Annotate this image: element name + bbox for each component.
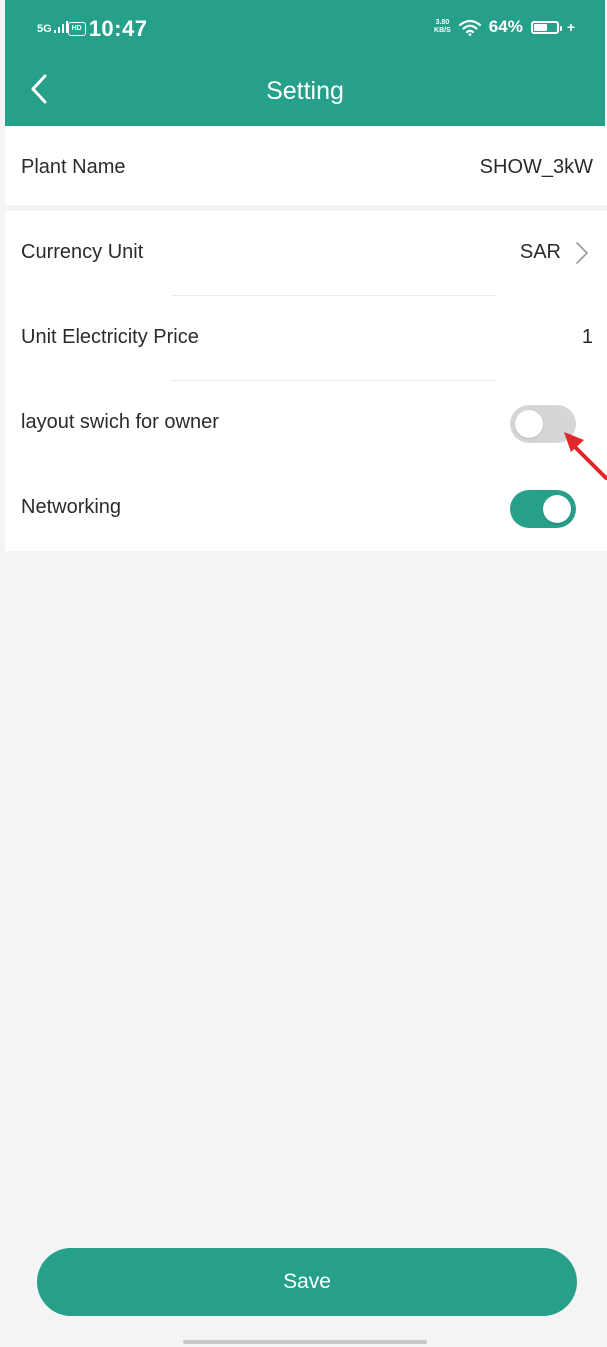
- signal-icon: [53, 20, 68, 38]
- status-time: 10:47: [88, 16, 148, 41]
- nav-bar: Setting: [5, 58, 605, 126]
- settings-list: Plant Name SHOW_3kW Currency Unit SAR Un…: [5, 126, 607, 551]
- layout-switch-label: layout swich for owner: [21, 411, 219, 433]
- row-networking: Networking: [5, 466, 607, 551]
- speed-unit: KB/S: [434, 27, 451, 34]
- toggle-knob: [515, 410, 543, 438]
- battery-level-fill: [533, 23, 548, 31]
- currency-unit-label: Currency Unit: [21, 241, 144, 263]
- setting-screen: 5G HD 10:47 3.80 KB/S 64% + Setting Plan…: [0, 0, 607, 1347]
- battery-icon: [530, 20, 562, 34]
- annotation-arrow-icon: [564, 432, 607, 480]
- app-header: 5G HD 10:47 3.80 KB/S 64% + Setting: [5, 0, 605, 126]
- page-title: Setting: [266, 77, 344, 105]
- networking-toggle[interactable]: [510, 490, 576, 528]
- plant-name-value[interactable]: SHOW_3kW: [480, 156, 593, 179]
- currency-unit-value: SAR: [519, 241, 561, 263]
- charging-icon: +: [566, 19, 575, 35]
- wifi-icon: [458, 19, 481, 36]
- battery-cap: [559, 25, 562, 31]
- status-right: 3.80 KB/S 64% +: [434, 17, 575, 37]
- unit-price-value[interactable]: 1: [582, 326, 593, 349]
- speed-value: 3.80: [435, 19, 450, 26]
- home-indicator: [183, 1340, 427, 1344]
- status-bar: 5G HD 10:47 3.80 KB/S 64% +: [5, 0, 605, 58]
- networking-label: Networking: [21, 496, 122, 518]
- save-button[interactable]: Save: [37, 1248, 577, 1316]
- network-type: 5G: [37, 23, 52, 35]
- status-left: 5G HD 10:47: [37, 16, 147, 42]
- unit-price-label: Unit Electricity Price: [21, 326, 199, 348]
- hd-badge: HD: [67, 22, 86, 36]
- toggle-knob: [543, 495, 571, 523]
- battery-percent: 64%: [488, 17, 523, 36]
- plant-name-label: Plant Name: [21, 156, 126, 178]
- row-currency-unit[interactable]: Currency Unit SAR: [5, 211, 607, 296]
- network-speed: 3.80 KB/S: [434, 19, 451, 35]
- row-plant-name[interactable]: Plant Name SHOW_3kW: [5, 126, 607, 211]
- row-unit-electricity-price[interactable]: Unit Electricity Price 1: [5, 296, 607, 381]
- chevron-right-icon: [576, 242, 588, 264]
- row-layout-switch: layout swich for owner: [5, 381, 607, 466]
